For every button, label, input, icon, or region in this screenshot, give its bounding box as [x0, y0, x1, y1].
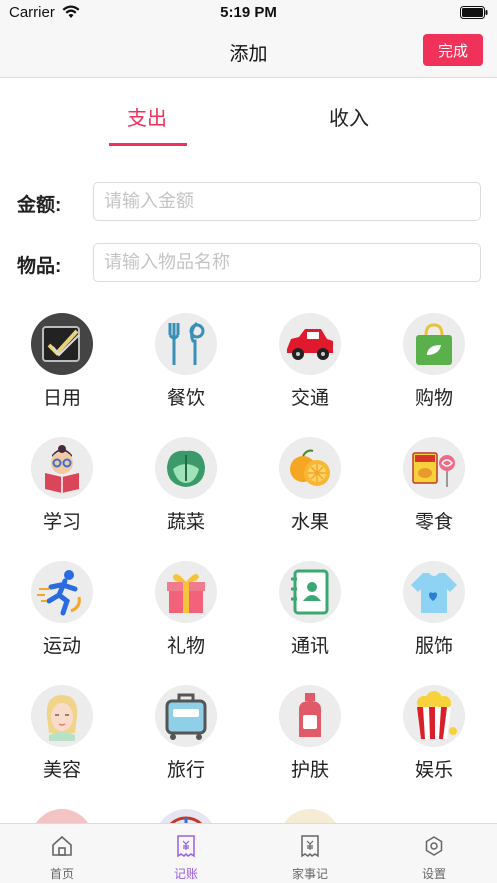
category-label: 购物 — [414, 388, 453, 409]
tabbar-label: 家事记 — [291, 867, 328, 881]
amount-label: 金额: — [17, 195, 62, 216]
category-label: 蔬菜 — [166, 512, 205, 533]
category-fruit[interactable]: 水果 — [260, 429, 360, 539]
tabbar-settings[interactable]: 设置 — [372, 824, 496, 883]
category-daily[interactable]: 日用 — [12, 305, 112, 415]
category-label: 服饰 — [414, 636, 453, 657]
category-skincare[interactable]: 护肤 — [260, 677, 360, 787]
home-icon — [52, 835, 72, 856]
category-more-1[interactable] — [12, 801, 112, 823]
category-gift[interactable]: 礼物 — [136, 553, 236, 663]
sport-icon — [31, 561, 93, 623]
category-sport[interactable]: 运动 — [12, 553, 112, 663]
tabbar-label: 设置 — [421, 867, 446, 881]
category-label: 美容 — [42, 760, 81, 781]
status-bar: Carrier 5:19 PM — [0, 0, 497, 26]
vegetable-icon — [155, 437, 217, 499]
item-label: 物品: — [17, 256, 62, 277]
beauty-icon — [31, 685, 93, 747]
category-vegetable[interactable]: 蔬菜 — [136, 429, 236, 539]
tab-income[interactable]: 收入 — [289, 102, 409, 131]
tabbar-housework[interactable]: 家事记 — [248, 824, 372, 883]
bill-icon — [301, 835, 319, 858]
amount-row: 金额: — [0, 182, 497, 222]
type-tabs: 支出 收入 — [0, 78, 497, 148]
category-more-3[interactable] — [260, 801, 360, 823]
tabbar-label: 记账 — [173, 867, 198, 881]
category-clothes[interactable]: 服饰 — [384, 553, 484, 663]
category-shopping[interactable]: 购物 — [384, 305, 484, 415]
dining-icon — [155, 313, 217, 375]
category-label: 礼物 — [166, 636, 205, 657]
category-label: 护肤 — [290, 760, 329, 781]
battery-icon — [460, 6, 488, 19]
skincare-icon — [279, 685, 341, 747]
category-snack[interactable]: 零食 — [384, 429, 484, 539]
tabbar-home[interactable]: 首页 — [0, 824, 124, 883]
category-contacts[interactable]: 通讯 — [260, 553, 360, 663]
car-icon — [279, 313, 341, 375]
item-row: 物品: — [0, 243, 497, 283]
settings-icon — [425, 836, 443, 856]
category-label: 通讯 — [290, 636, 329, 657]
category-icon — [279, 809, 341, 823]
category-label: 运动 — [42, 636, 81, 657]
category-label: 学习 — [42, 512, 81, 533]
luggage-icon — [155, 685, 217, 747]
category-entertainment[interactable]: 娱乐 — [384, 677, 484, 787]
category-label: 旅行 — [166, 760, 205, 781]
category-more-2[interactable] — [136, 801, 236, 823]
category-beauty[interactable]: 美容 — [12, 677, 112, 787]
popcorn-icon — [403, 685, 465, 747]
category-dining[interactable]: 餐饮 — [136, 305, 236, 415]
category-label: 交通 — [290, 388, 329, 409]
category-label: 餐饮 — [166, 388, 205, 409]
shopping-bag-icon — [403, 313, 465, 375]
active-tab-indicator — [109, 143, 187, 146]
study-icon — [31, 437, 93, 499]
category-grid: 日用 餐饮 交通 购物 学习 蔬菜 水果 零食 运动 礼物 通讯 服饰 美容 旅… — [0, 305, 497, 823]
amount-input[interactable] — [93, 182, 481, 221]
tabbar-label: 首页 — [49, 867, 74, 881]
tab-expense[interactable]: 支出 — [87, 102, 207, 131]
category-travel[interactable]: 旅行 — [136, 677, 236, 787]
category-label: 娱乐 — [414, 760, 453, 781]
fruit-icon — [279, 437, 341, 499]
contacts-icon — [279, 561, 341, 623]
tabbar-bookkeeping[interactable]: 记账 — [124, 824, 248, 883]
gift-icon — [155, 561, 217, 623]
bill-icon — [177, 835, 195, 858]
clock: 5:19 PM — [220, 4, 277, 21]
navigation-bar: 添加 完成 — [0, 26, 497, 78]
category-icon — [155, 809, 217, 823]
tab-bar: 首页 记账 家事记 设置 — [0, 823, 497, 883]
category-label: 零食 — [414, 512, 453, 533]
daily-use-icon — [31, 313, 93, 375]
category-transport[interactable]: 交通 — [260, 305, 360, 415]
snack-icon — [403, 437, 465, 499]
category-icon — [31, 809, 93, 823]
category-label: 日用 — [42, 388, 81, 409]
done-button[interactable]: 完成 — [423, 34, 483, 66]
category-label: 水果 — [290, 512, 329, 533]
category-study[interactable]: 学习 — [12, 429, 112, 539]
clothes-icon — [403, 561, 465, 623]
item-name-input[interactable] — [93, 243, 481, 282]
